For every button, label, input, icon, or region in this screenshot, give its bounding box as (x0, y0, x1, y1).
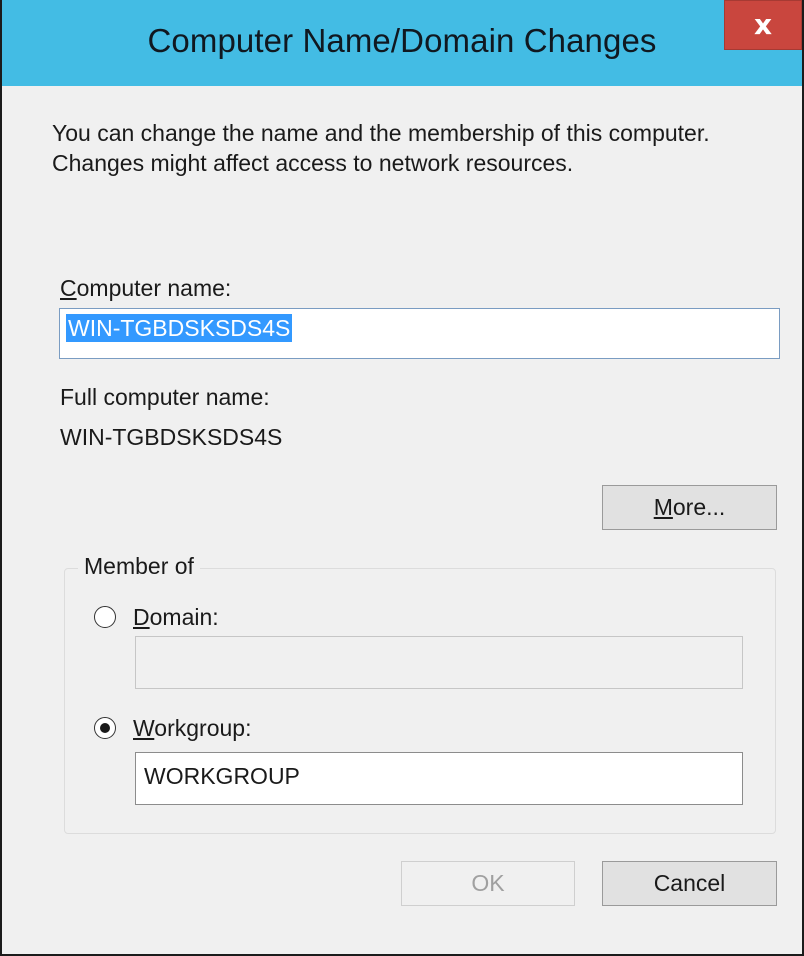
member-of-legend: Member of (78, 553, 200, 580)
computer-name-label: Computer name: (60, 275, 232, 301)
full-computer-name-value: WIN-TGBDSKSDS4S (60, 424, 283, 450)
domain-label: Domain: (133, 604, 219, 630)
close-icon: x (753, 8, 773, 41)
cancel-button[interactable]: Cancel (602, 861, 777, 906)
ok-button[interactable]: OK (401, 861, 575, 906)
computer-name-value: WIN-TGBDSKSDS4S (66, 314, 293, 342)
workgroup-label: Workgroup: (133, 715, 252, 741)
title-bar[interactable]: Computer Name/Domain Changes x (2, 0, 802, 86)
dialog-window: Computer Name/Domain Changes x You can c… (0, 0, 804, 956)
workgroup-radio[interactable] (94, 717, 116, 739)
radio-selected-dot (100, 723, 110, 733)
more-button[interactable]: More... (602, 485, 777, 530)
domain-input (135, 636, 743, 689)
domain-radio[interactable] (94, 606, 116, 628)
workgroup-input[interactable]: WORKGROUP (135, 752, 743, 805)
close-button[interactable]: x (724, 0, 802, 50)
dialog-title: Computer Name/Domain Changes (147, 22, 657, 59)
description-text: You can change the name and the membersh… (52, 120, 710, 176)
workgroup-value: WORKGROUP (144, 763, 300, 789)
full-computer-name-label: Full computer name: (60, 384, 270, 410)
computer-name-input[interactable]: WIN-TGBDSKSDS4S (59, 308, 780, 359)
